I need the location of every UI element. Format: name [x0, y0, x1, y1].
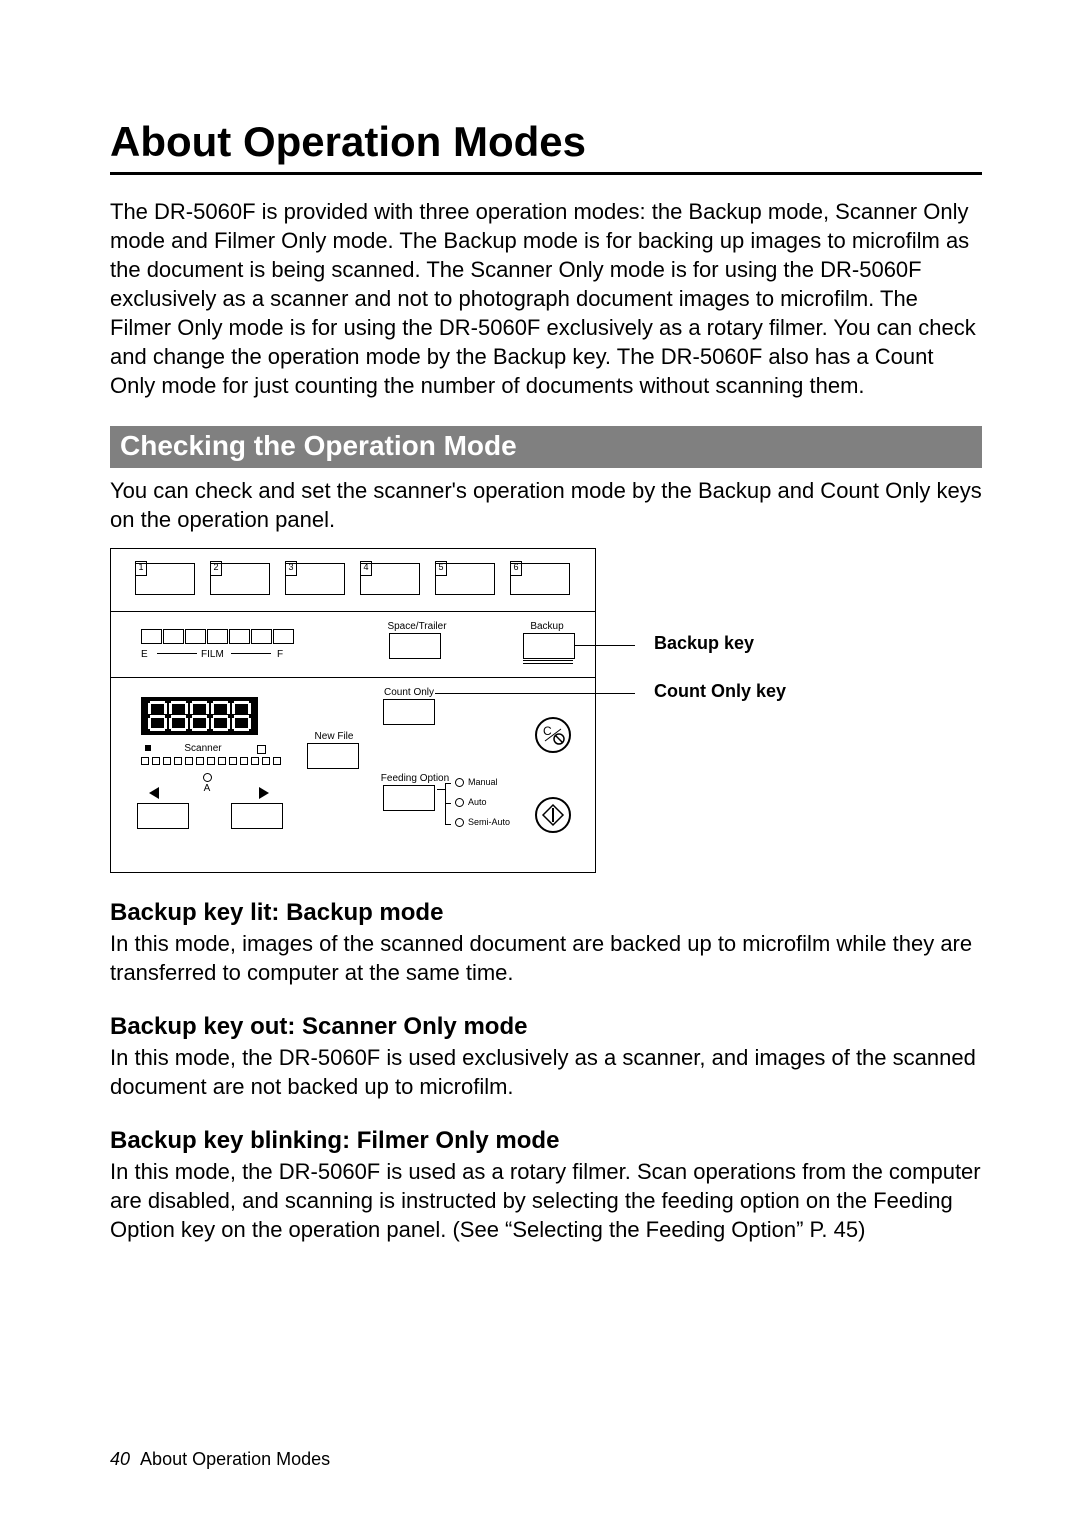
mode-1-body: In this mode, images of the scanned docu…: [110, 929, 982, 987]
section-heading: Checking the Operation Mode: [110, 426, 982, 468]
backup-key-callout: Backup key: [654, 633, 754, 654]
svg-text:C: C: [543, 724, 552, 738]
footer-section: About Operation Modes: [140, 1449, 330, 1469]
section-intro: You can check and set the scanner's oper…: [110, 476, 982, 534]
start-key: [535, 797, 571, 833]
title-rule: [110, 172, 982, 175]
square-filled-icon: [145, 745, 151, 751]
a-label: A: [201, 783, 213, 794]
square-outline-icon: [257, 745, 266, 754]
space-trailer-key: [389, 633, 441, 659]
mode-3-body: In this mode, the DR-5060F is used as a …: [110, 1157, 982, 1244]
arrow-left-icon: [149, 787, 159, 799]
count-only-label: Count Only: [379, 687, 439, 698]
new-file-key: [307, 743, 359, 769]
mode-2-body: In this mode, the DR-5060F is used exclu…: [110, 1043, 982, 1101]
space-trailer-label: Space/Trailer: [377, 621, 457, 632]
right-scroll-key: [231, 803, 283, 829]
feed-auto-label: Auto: [455, 797, 487, 807]
intro-paragraph: The DR-5060F is provided with three oper…: [110, 197, 982, 400]
mode-2-heading: Backup key out: Scanner Only mode: [110, 1013, 982, 1041]
left-scroll-key: [137, 803, 189, 829]
feed-manual-label: Manual: [455, 777, 498, 787]
num-key-5: [435, 563, 495, 595]
feeding-option-label: Feeding Option: [375, 773, 455, 784]
operation-panel-diagram: 1 2 3 4 5 6 E FILM F Space/Trailer: [110, 548, 596, 873]
scanner-label: Scanner: [173, 743, 233, 754]
num-key-3: [285, 563, 345, 595]
led-circle-icon: [203, 773, 212, 782]
seven-segment-display-icon: [141, 697, 258, 735]
film-indicator-row: [141, 629, 295, 644]
mode-3-heading: Backup key blinking: Filmer Only mode: [110, 1127, 982, 1155]
film-label: FILM: [201, 649, 224, 660]
new-file-label: New File: [309, 731, 359, 742]
film-e-label: E: [141, 649, 148, 660]
backup-label: Backup: [527, 621, 567, 632]
page-title: About Operation Modes: [110, 118, 982, 166]
count-only-key-callout: Count Only key: [654, 681, 786, 702]
num-key-1: [135, 563, 195, 595]
mode-1-heading: Backup key lit: Backup mode: [110, 899, 982, 927]
feed-semi-auto-label: Semi-Auto: [455, 817, 510, 827]
page-footer: 40 About Operation Modes: [110, 1449, 330, 1470]
film-f-label: F: [277, 649, 283, 660]
num-key-2: [210, 563, 270, 595]
page-number: 40: [110, 1449, 130, 1469]
scanner-dots-row: [141, 757, 284, 765]
backup-key: [523, 633, 575, 659]
arrow-right-icon: [259, 787, 269, 799]
num-key-4: [360, 563, 420, 595]
feeding-option-key: [383, 785, 435, 811]
num-key-6: [510, 563, 570, 595]
count-only-key: [383, 699, 435, 725]
stop-clear-key: C: [535, 717, 571, 753]
